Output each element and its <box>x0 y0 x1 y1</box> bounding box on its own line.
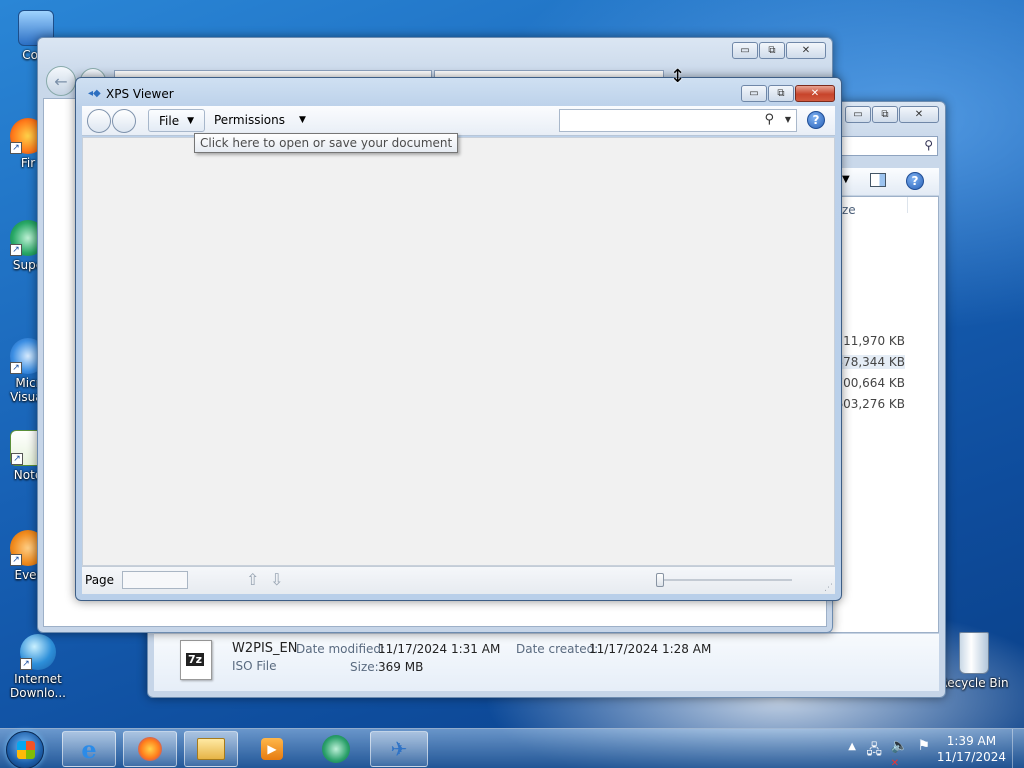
file-menu-tooltip: Click here to open or save your document <box>194 133 459 153</box>
details-file-name: W2PIS_EN <box>232 641 298 656</box>
maximize-button[interactable]: ⧉ <box>768 85 794 102</box>
zoom-slider-thumb[interactable] <box>656 573 664 587</box>
forward-button[interactable] <box>112 109 136 133</box>
window-controls: ▭ ⧉ ✕ <box>732 42 826 59</box>
action-center-flag-icon[interactable]: ⚑ <box>917 738 930 754</box>
app-icon <box>322 735 350 763</box>
size-column-header[interactable]: ze <box>842 203 856 217</box>
archive-icon-label: 7z <box>186 653 205 666</box>
taskbar: e ▶ ✈ ▲ 🖧 🔈✕ ⚑ 1:39 AM 11/17/2024 <box>0 728 1024 768</box>
help-icon[interactable]: ? <box>807 111 825 129</box>
document-view[interactable] <box>82 137 835 566</box>
close-button[interactable]: ✕ <box>899 106 939 123</box>
previous-page-icon[interactable]: ⇧ <box>246 570 259 589</box>
folder-icon <box>197 738 225 760</box>
search-icon: ⚲ <box>924 138 933 152</box>
clock-date: 11/17/2024 <box>936 750 1006 764</box>
next-page-icon[interactable]: ⇩ <box>270 570 283 589</box>
taskbar-firefox[interactable] <box>123 731 177 767</box>
window-controls: ▭ ⧉ ✕ <box>845 106 939 123</box>
xps-app-icon: ◂◆ <box>88 88 101 99</box>
back-button[interactable] <box>87 109 111 133</box>
permissions-menu-label: Permissions <box>214 113 285 127</box>
file-menu-label: File <box>159 113 180 128</box>
xps-viewer-icon: ✈ <box>390 737 408 761</box>
window-title: XPS Viewer <box>106 87 174 101</box>
minimize-button[interactable]: ▭ <box>741 85 767 102</box>
archive-file-icon: 7z <box>180 640 212 680</box>
xps-toolbar: File ▼ Permissions ▼ ⚲ ▼ ? <box>82 106 835 136</box>
help-icon[interactable]: ? <box>906 172 924 190</box>
clock-time: 1:39 AM <box>946 734 997 748</box>
desktop-icon-label: Internet Downlo... <box>10 672 66 700</box>
show-desktop-button[interactable] <box>1012 729 1024 768</box>
desktop-icon-internet-download-manager[interactable]: ↗ Internet Downlo... <box>2 634 74 700</box>
details-pane: 7z W2PIS_EN ISO File Date modified: 11/1… <box>154 633 939 691</box>
taskbar-xps-viewer[interactable]: ✈ <box>370 731 428 767</box>
internet-explorer-icon: e <box>81 734 97 764</box>
volume-muted-icon[interactable]: 🔈✕ <box>891 738 908 768</box>
details-date-modified-value: 11/17/2024 1:31 AM <box>378 642 501 656</box>
resize-cursor-icon: ↕ <box>670 66 686 87</box>
firefox-icon <box>138 737 162 761</box>
preview-pane-icon[interactable] <box>870 173 886 187</box>
clock[interactable]: 1:39 AM 11/17/2024 <box>937 733 1006 765</box>
details-date-modified-label: Date modified: <box>296 642 386 656</box>
search-field[interactable]: ⚲ <box>840 136 938 156</box>
column-divider <box>907 197 908 213</box>
resize-grip-icon[interactable]: ⋰ <box>824 583 833 593</box>
find-input[interactable]: ⚲ ▼ <box>559 109 797 132</box>
back-arrow-icon[interactable]: ← <box>46 66 76 96</box>
recycle-bin-icon <box>959 632 989 674</box>
close-button[interactable]: ✕ <box>786 42 826 59</box>
network-icon[interactable]: 🖧 <box>866 739 882 763</box>
details-date-created-label: Date created: <box>516 642 599 656</box>
close-button[interactable]: ✕ <box>795 85 835 102</box>
media-player-icon: ▶ <box>261 738 283 760</box>
start-button[interactable] <box>6 731 44 768</box>
minimize-button[interactable]: ▭ <box>845 106 871 123</box>
desktop-icon-recycle-bin[interactable]: Recycle Bin <box>938 632 1010 690</box>
windows-logo-icon <box>17 741 35 759</box>
details-size-label: Size: <box>350 660 379 674</box>
chevron-down-icon[interactable]: ▼ <box>842 174 850 185</box>
search-icon: ⚲ <box>764 112 774 127</box>
page-label: Page <box>85 573 115 587</box>
chevron-down-icon: ▼ <box>298 115 306 125</box>
window-controls: ▭ ⧉ ✕ <box>741 85 835 102</box>
chevron-down-icon[interactable]: ▼ <box>785 115 791 124</box>
page-number-input[interactable] <box>122 571 188 589</box>
taskbar-internet-explorer[interactable]: e <box>62 731 116 767</box>
desktop-icon-label: Recycle Bin <box>939 676 1009 690</box>
maximize-button[interactable]: ⧉ <box>872 106 898 123</box>
download-manager-icon: ↗ <box>20 634 56 670</box>
chevron-down-icon: ▼ <box>187 115 195 126</box>
zoom-slider[interactable] <box>656 573 792 587</box>
command-bar: ▼ ? <box>840 168 939 196</box>
details-file-type: ISO File <box>232 659 277 673</box>
show-hidden-icons-icon[interactable]: ▲ <box>848 741 856 752</box>
details-date-created-value: 11/17/2024 1:28 AM <box>589 642 712 656</box>
minimize-button[interactable]: ▭ <box>732 42 758 59</box>
maximize-button[interactable]: ⧉ <box>759 42 785 59</box>
taskbar-file-explorer[interactable] <box>184 731 238 767</box>
taskbar-media-player[interactable]: ▶ <box>245 731 299 767</box>
taskbar-app[interactable] <box>309 731 363 767</box>
details-size-value: 369 MB <box>378 660 424 674</box>
status-bar: Page ⇧ ⇩ ⋰ <box>82 566 835 594</box>
file-menu-button[interactable]: File ▼ <box>148 109 206 132</box>
xps-viewer-window[interactable]: ◂◆ XPS Viewer ▭ ⧉ ✕ File ▼ Permissions ▼… <box>75 77 842 601</box>
permissions-menu-button[interactable]: Permissions ▼ <box>214 113 306 127</box>
